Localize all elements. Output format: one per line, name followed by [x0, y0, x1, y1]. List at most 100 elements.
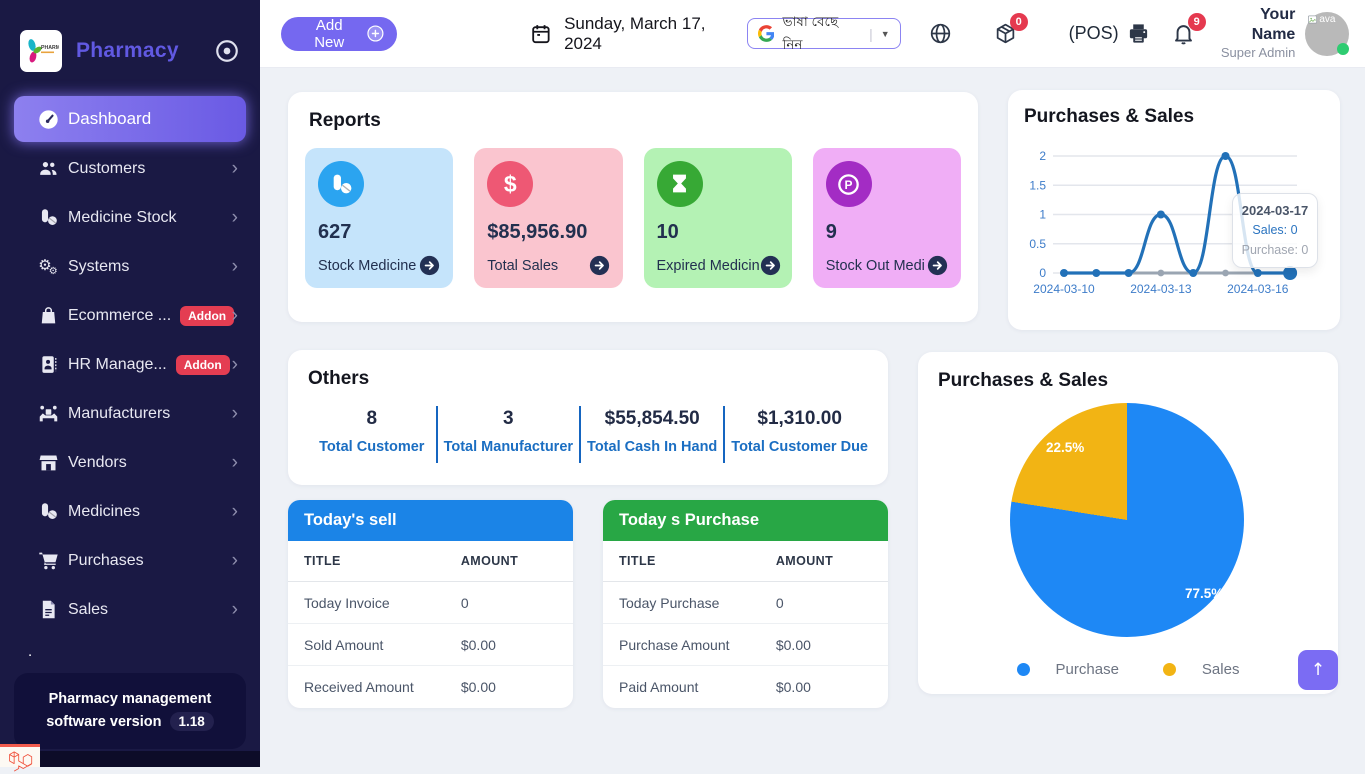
chevron-right-icon: ›: [232, 404, 238, 423]
stat-label: Stock Medicine: [318, 258, 416, 274]
circle-arrow-icon[interactable]: [589, 255, 610, 276]
legend-label: Sales: [1202, 661, 1240, 678]
today-sell-columns: TITLEAMOUNT: [288, 541, 573, 582]
brand-row: PHARMACY Pharmacy: [0, 0, 260, 88]
other-stat-total-customer: 8Total Customer: [308, 406, 436, 463]
pie-chart-title: Purchases & Sales: [938, 370, 1318, 392]
sidebar-item-hr-manage[interactable]: HR Manage...Addon›: [0, 340, 260, 389]
row-title: Today Purchase: [619, 595, 776, 611]
circle-arrow-icon[interactable]: [760, 255, 781, 276]
tooltip-sales: Sales: 0: [1239, 221, 1311, 240]
others-card: Others 8Total Customer3Total Manufacture…: [288, 350, 888, 485]
user-block[interactable]: Your Name Super Admin: [1213, 5, 1296, 61]
stat-label: Expired Medicin: [657, 258, 760, 274]
stat-card-stock-out-medi[interactable]: P9Stock Out Medi: [813, 148, 961, 288]
sidebar-item-vendors[interactable]: Vendors›: [0, 438, 260, 487]
today-sell-body: Today Invoice0Sold Amount$0.00Received A…: [288, 582, 573, 708]
pie-chart-card: Purchases & Sales 22.5% 77.5% Purchase Sa…: [918, 352, 1338, 694]
sidebar-item-medicines[interactable]: Medicines›: [0, 487, 260, 536]
chevron-right-icon: ›: [232, 355, 238, 374]
sidebar-item-label: Systems: [68, 258, 129, 276]
sidebar-item-label: Manufacturers: [68, 405, 170, 423]
legend-item-purchase[interactable]: Purchase: [1017, 661, 1119, 678]
sidebar-item-customers[interactable]: Customers›: [0, 144, 260, 193]
today-purchase-columns: TITLEAMOUNT: [603, 541, 888, 582]
svg-text:0.5: 0.5: [1029, 237, 1046, 251]
row-amount: 0: [461, 595, 557, 611]
sidebar-item-label: Sales: [68, 601, 108, 619]
pos-label[interactable]: (POS): [1069, 23, 1119, 44]
stat-value: 627: [318, 221, 440, 244]
printer-icon[interactable]: [1127, 22, 1150, 45]
table-row: Today Purchase0: [603, 582, 888, 624]
scroll-to-top-button[interactable]: ↑: [1298, 650, 1338, 690]
sidebar-item-manufacturers[interactable]: Manufacturers ›: [0, 389, 260, 438]
add-new-label: Add New: [299, 17, 359, 51]
stat-card-total-sales[interactable]: $$85,956.90Total Sales: [474, 148, 622, 288]
add-new-button[interactable]: Add New: [281, 17, 397, 51]
stat-row: 627Stock Medicine$$85,956.90Total Sales1…: [302, 148, 964, 288]
separator: |: [869, 26, 873, 42]
stat-value: 9: [826, 221, 948, 244]
tooltip-date: 2024-03-17: [1239, 201, 1311, 221]
version-badge: 1.18: [170, 712, 214, 731]
table-row: Received Amount$0.00: [288, 666, 573, 708]
svg-text:2024-03-10: 2024-03-10: [1033, 282, 1095, 296]
row-amount: $0.00: [776, 679, 872, 695]
table-row: Sold Amount$0.00: [288, 624, 573, 666]
avatar[interactable]: ava: [1305, 12, 1349, 56]
sidebar-item-ecommerce[interactable]: Ecommerce ...Addon›: [0, 291, 260, 340]
version-card: Pharmacy management software version 1.1…: [14, 673, 246, 749]
other-stat-total-cash-in-hand: $55,854.50 Total Cash In Hand: [579, 406, 723, 463]
speedometer-icon: [36, 107, 60, 131]
online-status-dot: [1337, 43, 1349, 55]
legend-dot: [1017, 663, 1030, 676]
package-icon[interactable]: 0: [994, 22, 1017, 45]
language-select[interactable]: ভাষা বেছে নিন | ▼: [747, 18, 901, 49]
sidebar-item-label: Customers: [68, 160, 145, 178]
row-title: Purchase Amount: [619, 637, 776, 653]
sidebar-item-label: Medicines: [68, 503, 140, 521]
pie-legend: Purchase Sales: [918, 661, 1338, 678]
sidebar-item-dashboard[interactable]: Dashboard: [14, 96, 246, 142]
sidebar-collapse-icon[interactable]: [214, 38, 240, 64]
current-date: Sunday, March 17, 2024: [564, 14, 747, 54]
stat-card-stock-medicine[interactable]: 627 Stock Medicine: [305, 148, 453, 288]
gears-icon: ⚙⚙: [36, 255, 60, 279]
sidebar-dot-item[interactable]: .: [0, 634, 260, 668]
user-name: Your Name: [1213, 5, 1296, 45]
stat-value: 8: [314, 408, 430, 430]
today-purchase-header: Today s Purchase: [603, 500, 888, 541]
row-title: Sold Amount: [304, 637, 461, 653]
pie-chart: 22.5% 77.5%: [1010, 403, 1244, 637]
line-chart-title: Purchases & Sales: [1024, 106, 1324, 128]
sidebar-item-purchases[interactable]: Purchases›: [0, 536, 260, 585]
stat-value: 10: [657, 221, 779, 244]
sidebar-item-label: Ecommerce ...: [68, 307, 171, 325]
svg-text:PHARMACY: PHARMACY: [41, 45, 59, 51]
sidebar-item-sales[interactable]: Sales›: [0, 585, 260, 634]
circle-arrow-icon[interactable]: [927, 255, 948, 276]
today-sell-header: Today's sell: [288, 500, 573, 541]
reports-title: Reports: [309, 110, 964, 132]
main-content: Reports 627 Stock Medicine $$85,956.90Tota…: [260, 68, 1365, 767]
stat-label: Total Cash In Hand: [587, 439, 717, 455]
svg-text:1: 1: [1039, 208, 1046, 222]
google-icon: [758, 25, 775, 42]
legend-label: Purchase: [1056, 661, 1119, 678]
hourglass-icon: [657, 161, 703, 207]
caret-down-icon: ▼: [881, 29, 890, 39]
legend-item-sales[interactable]: Sales: [1163, 661, 1240, 678]
bell-icon[interactable]: 9: [1172, 22, 1195, 45]
stat-card-expired-medicin[interactable]: 10 Expired Medicin: [644, 148, 792, 288]
stat-value: $55,854.50: [587, 408, 717, 430]
date-display: Sunday, March 17, 2024: [530, 14, 746, 54]
sidebar-item-medicine-stock[interactable]: Medicine Stock›: [0, 193, 260, 242]
sidebar-item-label: HR Manage...: [68, 356, 167, 374]
sidebar-item-systems[interactable]: ⚙⚙Systems›: [0, 242, 260, 291]
column-header: AMOUNT: [461, 554, 557, 568]
users-icon: [36, 157, 60, 181]
table-row: Today Invoice0: [288, 582, 573, 624]
globe-icon[interactable]: [929, 22, 952, 45]
circle-arrow-icon[interactable]: [419, 255, 440, 276]
